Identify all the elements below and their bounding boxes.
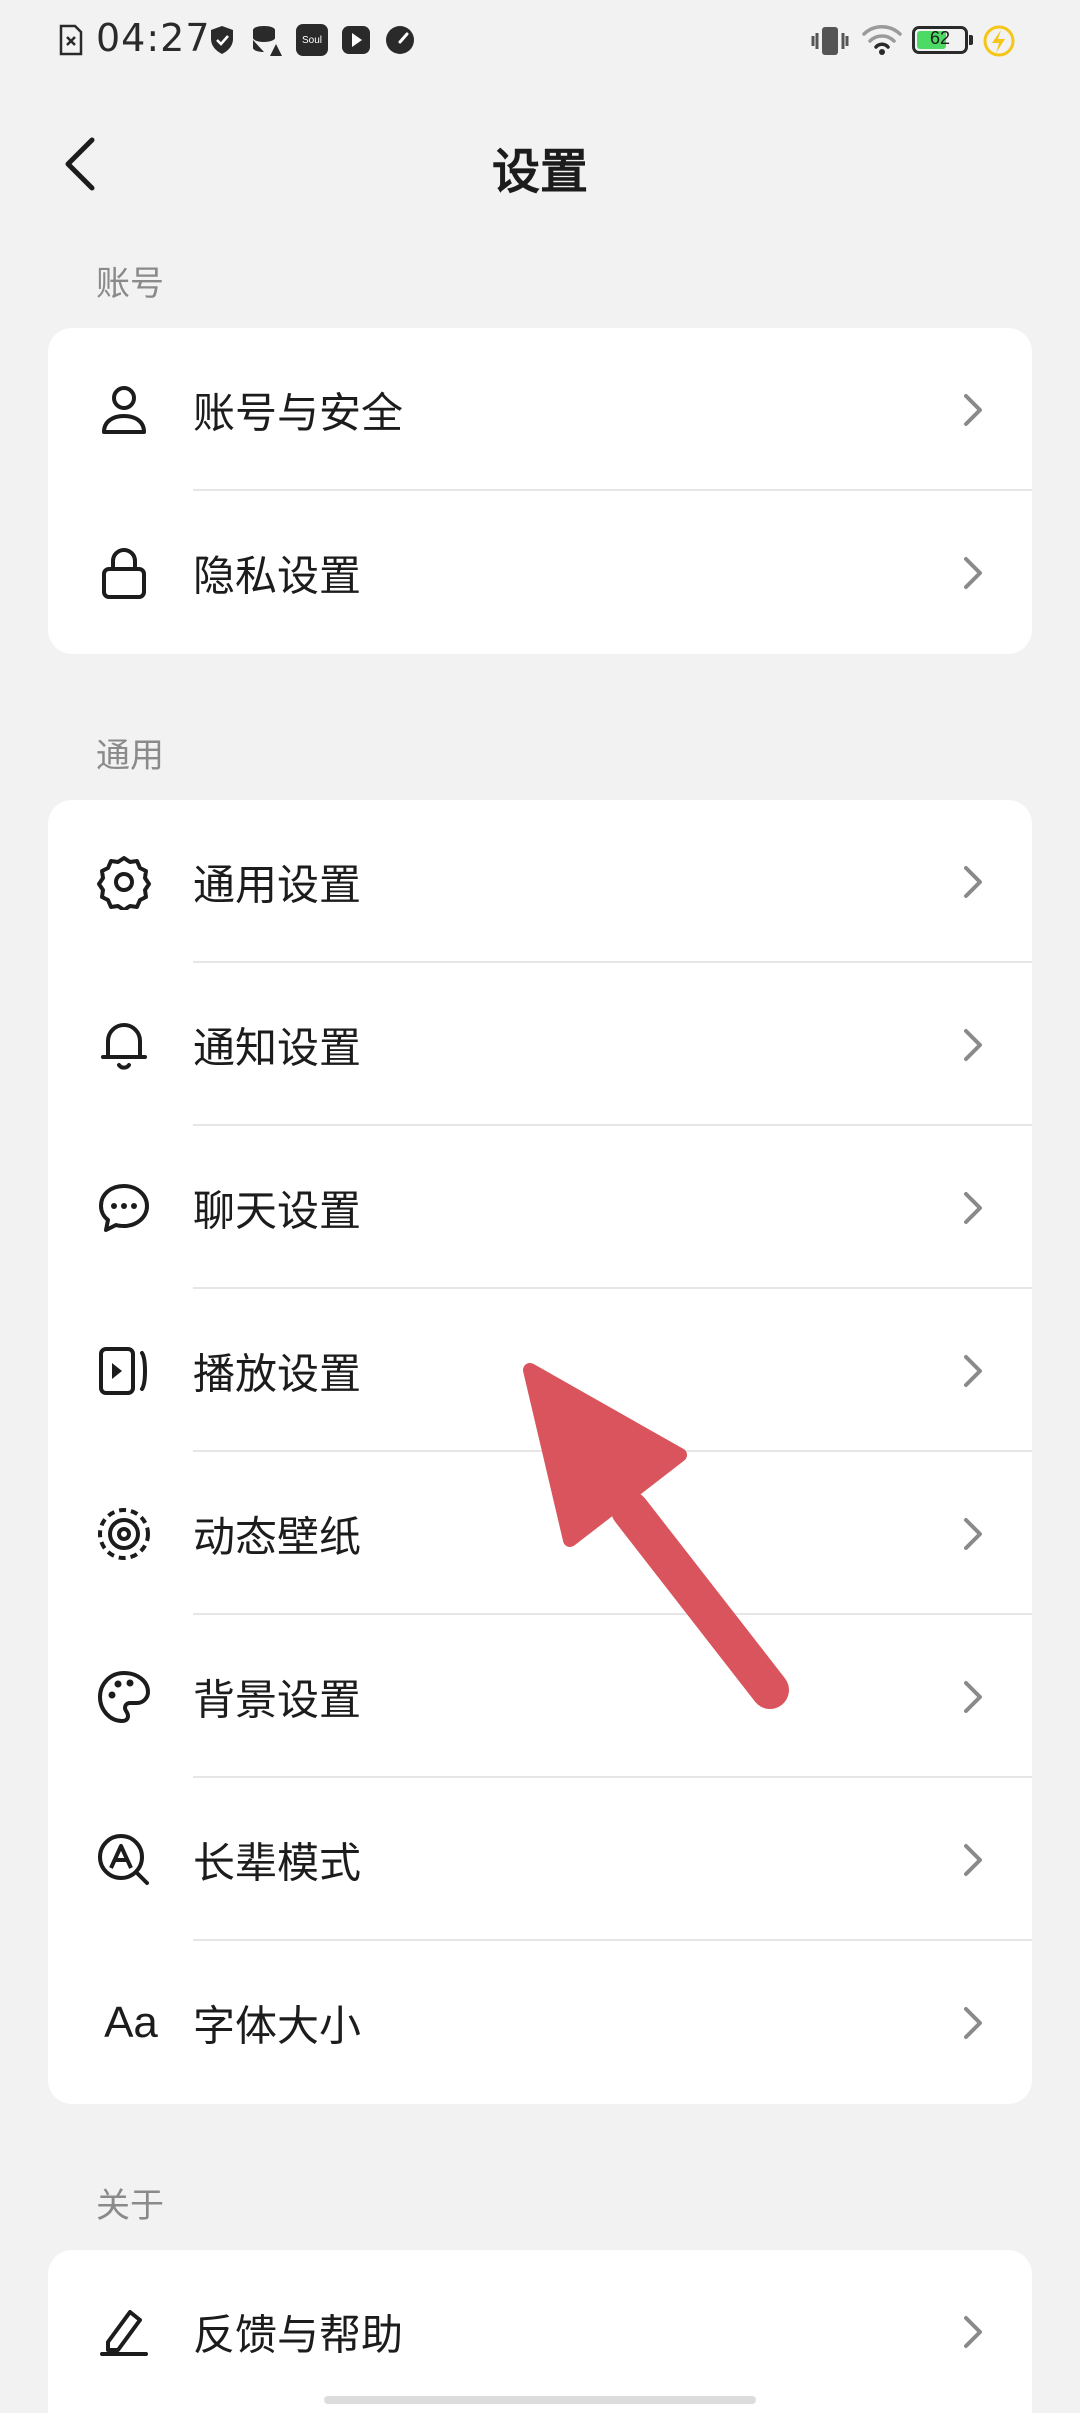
row-label: 隐私设置 bbox=[193, 551, 362, 600]
section-label-about: 关于 bbox=[96, 2186, 164, 2226]
row-label: 聊天设置 bbox=[193, 1186, 362, 1235]
play-icon bbox=[96, 1343, 152, 1399]
vibrate-icon bbox=[811, 27, 849, 55]
palette-icon bbox=[96, 1669, 152, 1725]
row-label: 反馈与帮助 bbox=[193, 2310, 404, 2359]
sim-error-icon bbox=[59, 24, 83, 56]
header: 设置 bbox=[0, 110, 1080, 220]
gear-icon bbox=[96, 854, 152, 910]
home-indicator bbox=[324, 2396, 756, 2404]
row-notification-settings[interactable]: 通知设置 bbox=[48, 963, 1032, 1126]
status-bar: 04:27 Soul 62 bbox=[0, 0, 1080, 84]
battery-icon: 62 bbox=[912, 26, 973, 54]
wifi-icon bbox=[862, 25, 902, 55]
row-account-security[interactable]: 账号与安全 bbox=[48, 328, 1032, 491]
row-label: 长辈模式 bbox=[193, 1838, 362, 1887]
shield-icon bbox=[211, 26, 233, 54]
row-play-settings[interactable]: 播放设置 bbox=[48, 1289, 1032, 1452]
row-chat-settings[interactable]: 聊天设置 bbox=[48, 1126, 1032, 1289]
chevron-right-icon bbox=[964, 393, 982, 426]
speed-icon bbox=[386, 26, 414, 54]
soul-app-label: Soul bbox=[301, 34, 322, 46]
bell-icon bbox=[96, 1017, 152, 1073]
row-label: 动态壁纸 bbox=[193, 1512, 362, 1561]
row-live-wallpaper[interactable]: 动态壁纸 bbox=[48, 1452, 1032, 1615]
chevron-right-icon bbox=[964, 556, 982, 589]
lock-icon bbox=[96, 545, 152, 601]
row-label: 字体大小 bbox=[193, 2001, 362, 2050]
row-elder-mode[interactable]: 长辈模式 bbox=[48, 1778, 1032, 1941]
live-wallpaper-icon bbox=[96, 1506, 152, 1562]
user-icon bbox=[96, 382, 152, 438]
font-size-icon-text: Aa bbox=[104, 1997, 158, 2047]
page-title: 设置 bbox=[491, 144, 588, 200]
chevron-right-icon bbox=[964, 1843, 982, 1876]
chevron-right-icon bbox=[964, 1354, 982, 1387]
about-card: 反馈与帮助 bbox=[48, 2250, 1032, 2413]
chevron-right-icon bbox=[964, 865, 982, 898]
row-label: 背景设置 bbox=[193, 1675, 362, 1724]
battery-level: 62 bbox=[929, 28, 951, 48]
elder-mode-icon bbox=[96, 1832, 152, 1888]
charging-icon bbox=[983, 25, 1015, 57]
chevron-right-icon bbox=[964, 1680, 982, 1713]
row-general-settings[interactable]: 通用设置 bbox=[48, 800, 1032, 963]
chat-icon bbox=[96, 1180, 152, 1236]
row-label: 播放设置 bbox=[193, 1349, 362, 1398]
row-feedback-help[interactable]: 反馈与帮助 bbox=[48, 2250, 1032, 2413]
chevron-right-icon bbox=[964, 2315, 982, 2348]
font-size-icon: Aa bbox=[96, 1995, 166, 2051]
soul-app-icon: Soul bbox=[296, 24, 328, 56]
general-card: 通用设置 通知设置 聊天设置 播放设置 动态壁纸 背景设置 长辈模式 Aa 字体… bbox=[48, 800, 1032, 2104]
status-time: 04:27 bbox=[96, 16, 211, 60]
account-card: 账号与安全 隐私设置 bbox=[48, 328, 1032, 654]
data-saver-icon bbox=[253, 26, 282, 56]
chevron-right-icon bbox=[964, 1191, 982, 1224]
chevron-right-icon bbox=[964, 1517, 982, 1550]
section-label-general: 通用 bbox=[96, 736, 164, 776]
row-privacy-settings[interactable]: 隐私设置 bbox=[48, 491, 1032, 654]
video-icon bbox=[342, 26, 370, 54]
row-label: 通知设置 bbox=[193, 1023, 362, 1072]
section-label-account: 账号 bbox=[96, 264, 164, 304]
edit-icon bbox=[96, 2304, 152, 2360]
row-label: 账号与安全 bbox=[193, 388, 404, 437]
chevron-right-icon bbox=[964, 2006, 982, 2039]
chevron-right-icon bbox=[964, 1028, 982, 1061]
row-background-settings[interactable]: 背景设置 bbox=[48, 1615, 1032, 1778]
row-label: 通用设置 bbox=[193, 860, 362, 909]
row-font-size[interactable]: Aa 字体大小 bbox=[48, 1941, 1032, 2104]
